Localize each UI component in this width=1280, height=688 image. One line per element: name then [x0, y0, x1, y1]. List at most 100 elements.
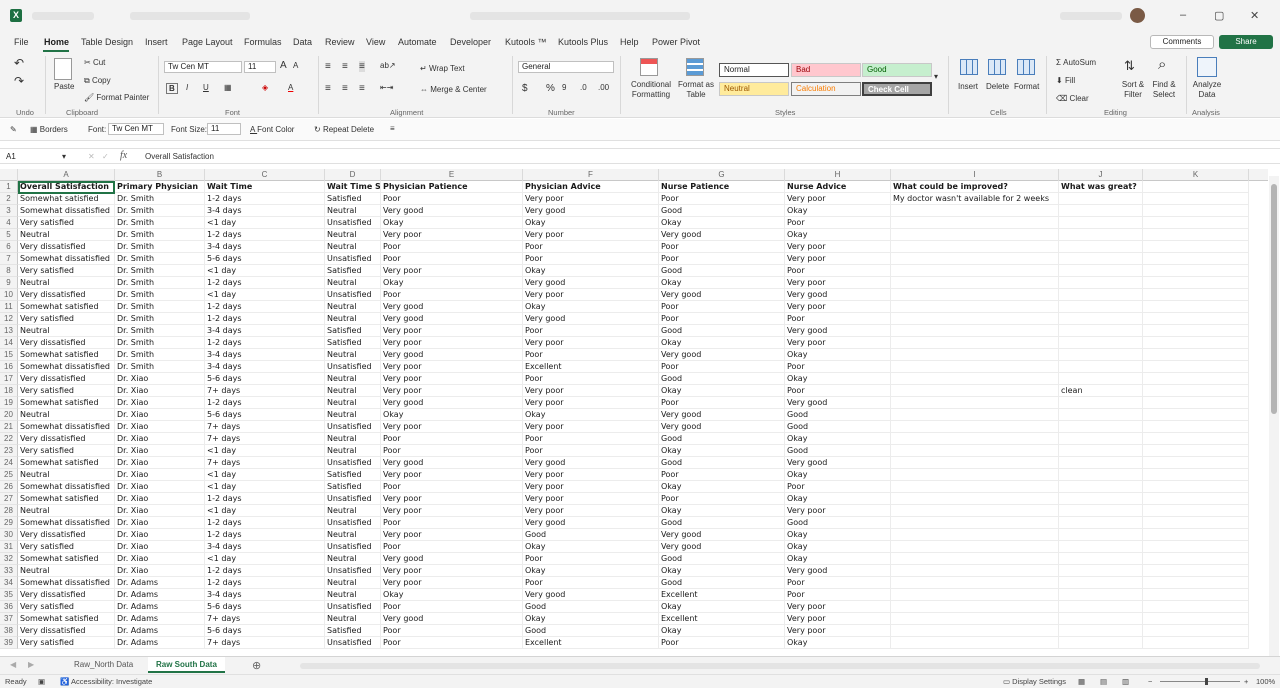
cell[interactable]: Good — [785, 445, 891, 457]
cell[interactable]: Poor — [523, 373, 659, 385]
maximize-icon[interactable]: ▢ — [1214, 9, 1224, 22]
cell[interactable] — [891, 457, 1059, 469]
cell[interactable] — [1143, 373, 1249, 385]
cell[interactable]: Good — [659, 373, 785, 385]
cell[interactable] — [1143, 529, 1249, 541]
cell[interactable]: Neutral — [325, 277, 381, 289]
align-right-icon[interactable]: ≡ — [359, 83, 365, 94]
cell[interactable]: Unsatisfied — [325, 493, 381, 505]
cell[interactable]: 1-2 days — [205, 277, 325, 289]
row-number[interactable]: 5 — [0, 229, 18, 241]
cell[interactable]: Somewhat dissatisfied — [18, 361, 115, 373]
row-number[interactable]: 29 — [0, 517, 18, 529]
cell[interactable] — [1059, 205, 1143, 217]
clear-button[interactable]: ⌫ Clear — [1056, 94, 1089, 103]
cell[interactable]: Good — [659, 553, 785, 565]
cell[interactable] — [1059, 289, 1143, 301]
cell[interactable]: Neutral — [325, 445, 381, 457]
cell[interactable]: Okay — [659, 481, 785, 493]
cell[interactable]: 7+ days — [205, 421, 325, 433]
header-cell[interactable]: Wait Time — [205, 181, 325, 193]
cell[interactable]: Poor — [659, 493, 785, 505]
cell[interactable] — [1059, 229, 1143, 241]
tab-file[interactable]: File — [14, 37, 29, 47]
row-number[interactable]: 23 — [0, 445, 18, 457]
cell[interactable]: 3-4 days — [205, 325, 325, 337]
cell[interactable]: 3-4 days — [205, 349, 325, 361]
cell[interactable]: Neutral — [325, 433, 381, 445]
cell[interactable] — [891, 289, 1059, 301]
cell[interactable]: 1-2 days — [205, 229, 325, 241]
cell[interactable] — [1143, 193, 1249, 205]
header-cell[interactable]: Wait Time Sa — [325, 181, 381, 193]
cell[interactable]: Very poor — [381, 325, 523, 337]
zoom-in-icon[interactable]: + — [1244, 677, 1248, 686]
row-number[interactable]: 36 — [0, 601, 18, 613]
cell[interactable] — [891, 373, 1059, 385]
format-cells-button[interactable]: Format — [1014, 82, 1039, 91]
delete-cells-button[interactable]: Delete — [986, 82, 1009, 91]
cell[interactable]: Very good — [659, 289, 785, 301]
cell[interactable] — [1059, 541, 1143, 553]
align-top-icon[interactable]: ≡ — [325, 61, 331, 72]
cell[interactable]: 1-2 days — [205, 529, 325, 541]
cell[interactable]: Satisfied — [325, 265, 381, 277]
conditional-formatting-icon[interactable] — [640, 58, 658, 76]
cell[interactable]: Very good — [381, 397, 523, 409]
customize-qat-icon[interactable]: ≡ — [390, 124, 395, 133]
cell[interactable]: Poor — [523, 577, 659, 589]
zoom-out-icon[interactable]: − — [1148, 677, 1152, 686]
cell[interactable]: Good — [659, 325, 785, 337]
cell[interactable]: Satisfied — [325, 481, 381, 493]
cell[interactable] — [1143, 229, 1249, 241]
header-cell[interactable] — [1143, 181, 1249, 193]
cell[interactable]: Unsatisfied — [325, 517, 381, 529]
cell[interactable]: Very poor — [381, 421, 523, 433]
cell[interactable] — [891, 253, 1059, 265]
borders-qat-button[interactable]: ▦ Borders — [30, 125, 68, 134]
cell[interactable]: 1-2 days — [205, 517, 325, 529]
row-number[interactable]: 24 — [0, 457, 18, 469]
cell[interactable]: Poor — [381, 445, 523, 457]
cell[interactable]: Satisfied — [325, 625, 381, 637]
currency-icon[interactable]: $ — [522, 83, 528, 94]
cell[interactable] — [1143, 565, 1249, 577]
cell[interactable]: Very poor — [381, 265, 523, 277]
cell[interactable]: Very poor — [785, 253, 891, 265]
paste-icon[interactable] — [54, 58, 72, 80]
cell[interactable]: Very dissatisfied — [18, 337, 115, 349]
cell[interactable] — [1143, 337, 1249, 349]
cell[interactable]: Neutral — [18, 409, 115, 421]
cell[interactable]: <1 day — [205, 469, 325, 481]
cell[interactable]: Okay — [785, 229, 891, 241]
header-cell[interactable]: What was great? — [1059, 181, 1143, 193]
cell[interactable]: Unsatisfied — [325, 565, 381, 577]
cell[interactable]: Dr. Xiao — [115, 421, 205, 433]
cell[interactable]: Poor — [523, 253, 659, 265]
cell[interactable]: Very poor — [381, 505, 523, 517]
cell[interactable] — [1059, 217, 1143, 229]
cell[interactable] — [891, 397, 1059, 409]
cell[interactable] — [891, 637, 1059, 649]
format-painter-button[interactable]: 🖌 Format Painter — [84, 93, 149, 102]
cell[interactable]: Very satisfied — [18, 385, 115, 397]
cell[interactable]: Very satisfied — [18, 313, 115, 325]
row-number[interactable]: 37 — [0, 613, 18, 625]
tab-kutools[interactable]: Kutools ™ — [505, 37, 547, 47]
sheet-tab-raw-south[interactable]: Raw South Data — [148, 657, 225, 673]
cell[interactable]: 1-2 days — [205, 577, 325, 589]
cell[interactable] — [891, 517, 1059, 529]
cell[interactable]: Very satisfied — [18, 217, 115, 229]
cell[interactable] — [1059, 337, 1143, 349]
next-sheet-icon[interactable]: ▶ — [28, 660, 34, 669]
cell[interactable]: 7+ days — [205, 637, 325, 649]
cell[interactable]: Poor — [785, 265, 891, 277]
cell[interactable]: Poor — [523, 349, 659, 361]
row-number[interactable]: 22 — [0, 433, 18, 445]
cell[interactable]: Poor — [785, 577, 891, 589]
cell[interactable]: Good — [659, 517, 785, 529]
row-number[interactable]: 11 — [0, 301, 18, 313]
undo-icon[interactable]: ↶ — [14, 56, 24, 70]
cell[interactable]: Poor — [523, 433, 659, 445]
cell[interactable]: 1-2 days — [205, 565, 325, 577]
